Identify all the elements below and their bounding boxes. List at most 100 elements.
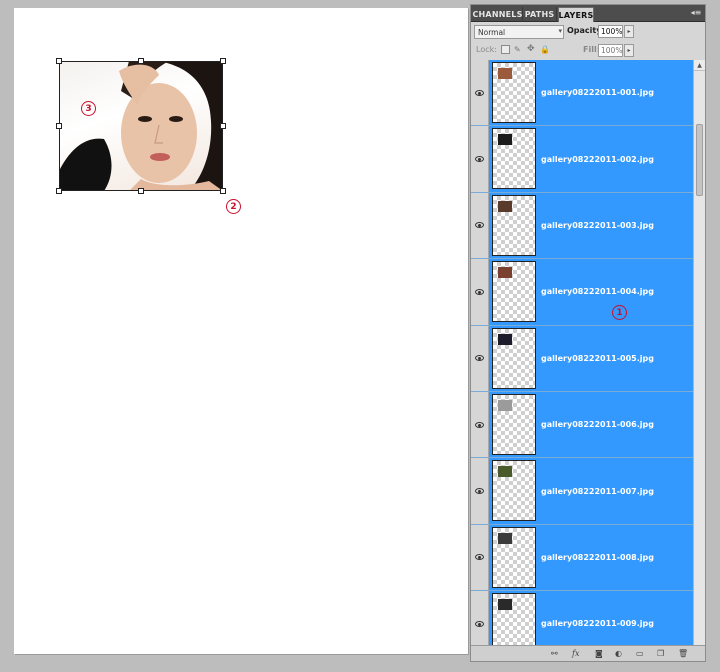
new-layer-icon[interactable]: ❐ (657, 649, 664, 659)
lock-all-icon[interactable]: 🔒 (540, 45, 550, 54)
selected-image-layer[interactable] (56, 58, 226, 194)
tab-paths[interactable]: PATHS (523, 7, 557, 22)
lock-transparent-icon[interactable] (501, 45, 510, 54)
layer-name[interactable]: gallery08222011-006.jpg (541, 392, 654, 457)
transform-handle-middle-left[interactable] (56, 123, 62, 129)
layer-thumbnail (492, 194, 536, 256)
layer-visibility-toggle[interactable] (471, 60, 489, 126)
layer-thumbnail (492, 128, 536, 190)
layer-visibility-toggle[interactable] (471, 325, 489, 391)
layer-name[interactable]: gallery08222011-009.jpg (541, 591, 654, 645)
link-icon[interactable]: ⚯ (551, 649, 558, 659)
transform-handle-top-middle[interactable] (138, 58, 144, 64)
panel-menu-icon[interactable]: ◂≡ (690, 8, 702, 18)
layer-list-scrollbar[interactable]: ▲ (693, 60, 705, 645)
transform-handle-bottom-right[interactable] (220, 188, 226, 194)
layer-selection-highlight[interactable]: gallery08222011-005.jpg (489, 325, 693, 391)
chevron-down-icon: ▾ (558, 27, 562, 35)
panel-tab-bar: CHANNELS PATHS LAYERS ◂≡ (471, 5, 705, 22)
folder-icon[interactable]: ▭ (636, 649, 644, 659)
mask-icon[interactable]: ◙ (595, 649, 603, 659)
transform-handle-top-right[interactable] (220, 58, 226, 64)
blend-mode-select[interactable]: Normal ▾ (474, 25, 564, 39)
layer-selection-highlight[interactable]: gallery08222011-008.jpg (489, 524, 693, 591)
layer-selection-highlight[interactable]: gallery08222011-001.jpg (489, 60, 693, 126)
lock-fill-row: Lock: ✎ ✥ 🔒 Fill: 100% ▸ (471, 41, 705, 60)
layer-row[interactable]: gallery08222011-002.jpg (471, 126, 705, 193)
transform-handle-top-left[interactable] (56, 58, 62, 64)
eye-icon (475, 620, 484, 627)
layer-thumbnail-image (498, 532, 512, 544)
layer-visibility-toggle[interactable] (471, 391, 489, 458)
tab-layers[interactable]: LAYERS (558, 7, 594, 22)
layer-thumbnail-image (498, 399, 512, 411)
layer-visibility-toggle[interactable] (471, 591, 489, 645)
eye-icon (475, 288, 484, 295)
blend-mode-value: Normal (478, 28, 506, 37)
fill-field[interactable]: 100% (598, 44, 623, 57)
layer-row[interactable]: gallery08222011-001.jpg (471, 60, 705, 127)
transform-bounding-box[interactable] (59, 61, 223, 191)
layers-panel-footer: ⚯ fx ◙ ◐ ▭ ❐ 🗑 (471, 645, 705, 661)
eye-icon (475, 222, 484, 229)
eye-icon (475, 355, 484, 362)
fx-icon[interactable]: fx (572, 649, 579, 659)
layer-name[interactable]: gallery08222011-002.jpg (541, 126, 654, 191)
layer-thumbnail-image (498, 599, 512, 611)
layer-name[interactable]: gallery08222011-004.jpg (541, 259, 654, 324)
layer-row[interactable]: gallery08222011-003.jpg (471, 192, 705, 260)
layer-row[interactable]: gallery08222011-008.jpg (471, 524, 705, 592)
layer-thumbnail-image (498, 200, 512, 212)
layer-name[interactable]: gallery08222011-007.jpg (541, 458, 654, 523)
eye-icon (475, 554, 484, 561)
lock-label: Lock: (476, 45, 497, 54)
transform-handle-bottom-left[interactable] (56, 188, 62, 194)
layer-name[interactable]: gallery08222011-008.jpg (541, 525, 654, 590)
layer-row[interactable]: gallery08222011-005.jpg (471, 325, 705, 392)
layer-selection-highlight[interactable]: gallery08222011-003.jpg (489, 192, 693, 259)
layer-visibility-toggle[interactable] (471, 524, 489, 591)
document-canvas[interactable]: 3 2 (14, 8, 468, 654)
layer-thumbnail (492, 460, 536, 522)
scrollbar-thumb[interactable] (696, 124, 703, 196)
layer-name[interactable]: gallery08222011-005.jpg (541, 326, 654, 391)
layer-thumbnail (492, 526, 536, 588)
layer-thumbnail-image (498, 466, 512, 478)
lock-brush-icon[interactable]: ✎ (514, 45, 523, 54)
layer-thumbnail (492, 261, 536, 323)
layer-list: gallery08222011-001.jpg gallery08222011-0… (471, 60, 705, 645)
layer-selection-highlight[interactable]: gallery08222011-006.jpg (489, 391, 693, 458)
layer-selection-highlight[interactable]: gallery08222011-004.jpg (489, 259, 693, 325)
tab-channels[interactable]: CHANNELS (472, 7, 523, 22)
layer-selection-highlight[interactable]: gallery08222011-002.jpg (489, 126, 693, 192)
annotation-marker-1: 1 (612, 305, 627, 320)
layer-row[interactable]: gallery08222011-007.jpg (471, 458, 705, 525)
layer-row[interactable]: gallery08222011-009.jpg (471, 591, 705, 645)
layer-row[interactable]: gallery08222011-004.jpg (471, 259, 705, 326)
layer-visibility-toggle[interactable] (471, 192, 489, 259)
scroll-up-arrow-icon[interactable]: ▲ (694, 60, 705, 71)
layer-name[interactable]: gallery08222011-001.jpg (541, 60, 654, 125)
transform-handle-middle-right[interactable] (220, 123, 226, 129)
eye-icon (475, 488, 484, 495)
opacity-field[interactable]: 100% (598, 25, 623, 38)
layer-visibility-toggle[interactable] (471, 458, 489, 524)
fill-stepper[interactable]: ▸ (624, 44, 634, 57)
layer-visibility-toggle[interactable] (471, 259, 489, 325)
opacity-stepper[interactable]: ▸ (624, 25, 634, 38)
transform-handle-bottom-middle[interactable] (138, 188, 144, 194)
layer-thumbnail (492, 393, 536, 455)
annotation-marker-3: 3 (81, 101, 96, 116)
eye-icon (475, 156, 484, 163)
lock-move-icon[interactable]: ✥ (527, 45, 536, 54)
trash-icon[interactable]: 🗑 (678, 649, 688, 659)
layer-selection-highlight[interactable]: gallery08222011-007.jpg (489, 458, 693, 524)
annotation-marker-2: 2 (226, 199, 241, 214)
layer-row[interactable]: gallery08222011-006.jpg (471, 391, 705, 459)
layer-name[interactable]: gallery08222011-003.jpg (541, 193, 654, 258)
eye-icon (475, 89, 484, 96)
layer-thumbnail-image (498, 134, 512, 146)
layer-selection-highlight[interactable]: gallery08222011-009.jpg (489, 591, 693, 645)
layer-visibility-toggle[interactable] (471, 126, 489, 192)
adjustment-icon[interactable]: ◐ (615, 649, 622, 659)
